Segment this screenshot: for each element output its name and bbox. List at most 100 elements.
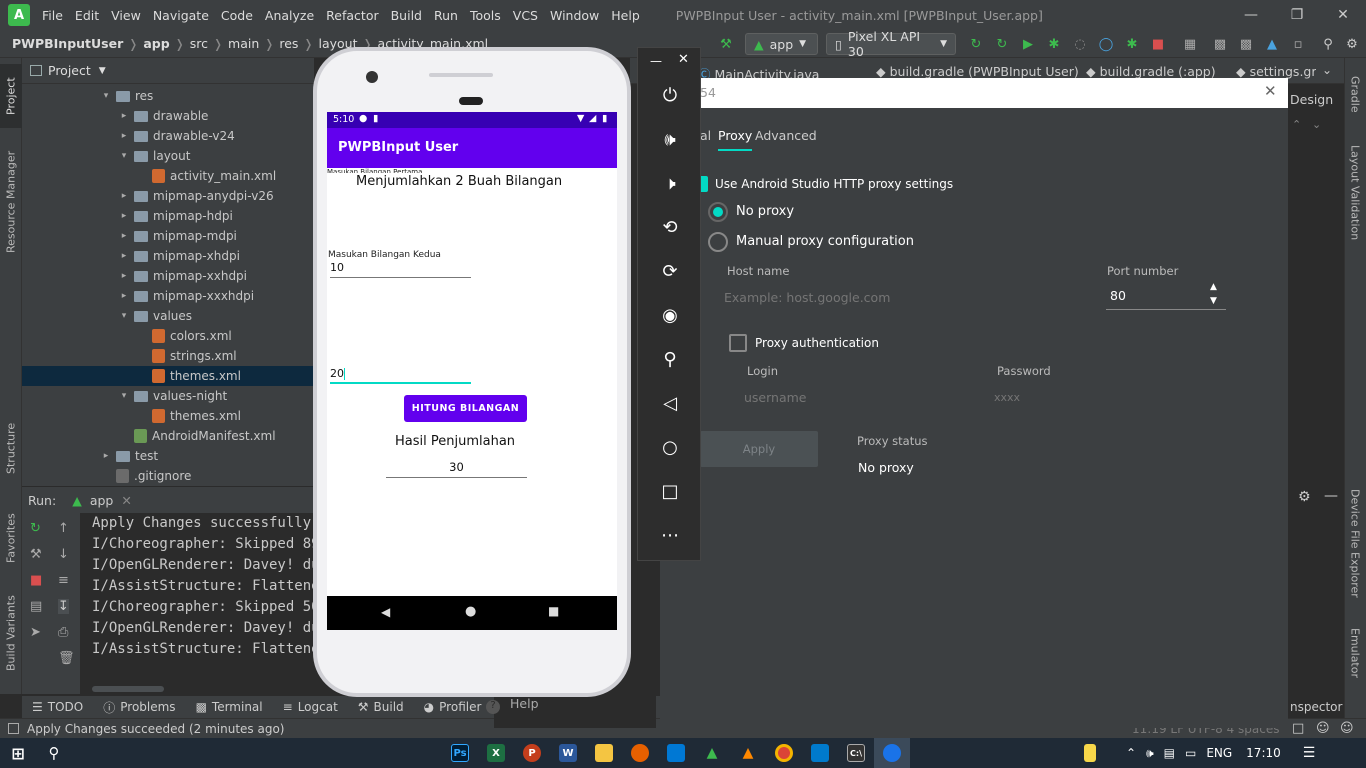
menu-edit[interactable]: Edit	[69, 8, 105, 23]
tree-item[interactable]: activity_main.xml	[22, 166, 314, 186]
tab-gradle[interactable]: Gradle	[1344, 66, 1366, 122]
tab-terminal[interactable]: ▩ Terminal	[186, 700, 273, 714]
tree-item[interactable]: .gitignore	[22, 466, 314, 486]
tree-item[interactable]: ▸ mipmap-xxhdpi	[22, 266, 314, 286]
port-number-stepper[interactable]: 80 ▲ ▼	[1106, 282, 1226, 310]
project-structure-icon[interactable]: ▦	[1180, 34, 1200, 54]
rerun-icon[interactable]: ↻	[30, 521, 41, 536]
tray-chevron-icon[interactable]: ⌃	[1126, 746, 1136, 760]
tree-item[interactable]: ▾ values-night	[22, 386, 314, 406]
tree-item[interactable]: ▸ drawable	[22, 106, 314, 126]
menu-build[interactable]: Build	[385, 8, 428, 23]
tab-build-variants[interactable]: Build Variants	[0, 593, 22, 673]
layout-icon[interactable]: ▤	[30, 599, 42, 614]
rotate-left-icon[interactable]: ⟲	[638, 212, 702, 242]
power-icon[interactable]: ⏻	[638, 80, 702, 110]
windows-start-icon[interactable]: ⊞	[0, 738, 36, 768]
tab-advanced[interactable]: Advanced	[755, 128, 817, 143]
tab-layout-validation[interactable]: Layout Validation	[1344, 138, 1366, 248]
tree-item[interactable]: ▸ mipmap-xhdpi	[22, 246, 314, 266]
recents-icon[interactable]: ■	[548, 604, 559, 618]
maximize-button[interactable]: ❐	[1274, 0, 1320, 30]
word-icon[interactable]: W	[550, 738, 586, 768]
proxy-auth-checkbox[interactable]	[729, 334, 747, 352]
run-config-select[interactable]: ▲ app ▼	[745, 33, 818, 55]
chevron-right-icon[interactable]: ▸	[118, 131, 130, 141]
breadcrumb-main[interactable]: main	[226, 36, 261, 51]
tree-item[interactable]: themes.xml	[22, 366, 314, 386]
menu-analyze[interactable]: Analyze	[259, 8, 320, 23]
search-icon[interactable]: ⚲	[1318, 34, 1338, 54]
tree-item[interactable]: themes.xml	[22, 406, 314, 426]
home-icon[interactable]: ●	[465, 604, 476, 619]
tab-emulator[interactable]: Emulator	[1344, 618, 1366, 688]
apply-button[interactable]: Apply	[700, 431, 818, 467]
tree-item[interactable]: ▾ res	[22, 86, 314, 106]
editor-tab-settings-gradle[interactable]: ◆ settings.grad	[1236, 64, 1316, 79]
tree-item[interactable]: ▾ layout	[22, 146, 314, 166]
tab-build[interactable]: ⚒ Build	[348, 700, 414, 714]
vscode-icon[interactable]	[802, 738, 838, 768]
tree-item[interactable]: strings.xml	[22, 346, 314, 366]
chevron-right-icon[interactable]: ▸	[118, 231, 130, 241]
result-field[interactable]: 30	[386, 460, 527, 478]
close-icon[interactable]: ✕	[1264, 82, 1277, 100]
chevron-down-icon[interactable]: ▾	[118, 311, 130, 321]
first-number-input[interactable]: 10	[330, 260, 471, 278]
chevron-right-icon[interactable]: ▸	[118, 211, 130, 221]
menu-view[interactable]: View	[105, 8, 147, 23]
menu-window[interactable]: Window	[544, 8, 605, 23]
minimize-icon[interactable]: —	[650, 54, 662, 68]
menu-navigate[interactable]: Navigate	[147, 8, 215, 23]
apply-changes-icon[interactable]: ↻	[966, 34, 986, 54]
powerpoint-icon[interactable]: P	[514, 738, 550, 768]
login-input[interactable]	[744, 384, 944, 410]
no-proxy-radio[interactable]	[708, 202, 728, 222]
back-icon[interactable]: ◀	[381, 605, 390, 619]
pin-icon[interactable]: ➤	[30, 625, 41, 640]
tab-proxy[interactable]: Proxy	[718, 128, 753, 151]
volume-down-icon[interactable]: 🕨	[638, 168, 702, 198]
stop-icon[interactable]: ■	[1148, 34, 1168, 54]
tree-item[interactable]: colors.xml	[22, 326, 314, 346]
tab-problems[interactable]: ⓘ Problems	[93, 699, 185, 716]
photoshop-icon[interactable]: Ps	[442, 738, 478, 768]
tree-item[interactable]: ▸ mipmap-mdpi	[22, 226, 314, 246]
close-window-button[interactable]: ✕	[1320, 0, 1366, 30]
back-icon[interactable]: ◁	[638, 388, 702, 418]
file-explorer-icon[interactable]	[586, 738, 622, 768]
tab-profiler[interactable]: ◕ Profiler	[414, 700, 492, 714]
chevron-down-icon[interactable]: ⌄	[1312, 118, 1321, 131]
sdk-manager-icon[interactable]: ▩	[1236, 34, 1256, 54]
attach-debugger-icon[interactable]: ◯	[1096, 34, 1116, 54]
breadcrumb-res[interactable]: res	[277, 36, 300, 51]
notifications-icon[interactable]: ☰	[1303, 745, 1316, 761]
stop-icon[interactable]: ■	[30, 573, 42, 588]
layout-inspector-tab[interactable]: nspector	[1290, 700, 1342, 714]
tab-resource-manager[interactable]: Resource Manager	[0, 142, 22, 262]
second-number-input[interactable]: 20	[330, 366, 471, 384]
settings-icon[interactable]: ⚙	[1342, 34, 1362, 54]
rotate-right-icon[interactable]: ⟳	[638, 256, 702, 286]
feedback-icon[interactable]: ☺	[1340, 721, 1354, 736]
vlc-icon[interactable]: ▲	[730, 738, 766, 768]
home-icon[interactable]: ○	[638, 432, 702, 462]
tree-item[interactable]: ▸ test	[22, 446, 314, 466]
tree-item[interactable]: ▸ mipmap-hdpi	[22, 206, 314, 226]
close-icon[interactable]: ✕	[121, 493, 131, 508]
tab-device-file-explorer[interactable]: Device File Explorer	[1344, 478, 1366, 608]
host-name-input[interactable]	[724, 284, 1024, 310]
sync-icon[interactable]: ▲	[1262, 34, 1282, 54]
battery-tray-icon[interactable]: ▭	[1185, 746, 1196, 760]
tree-item[interactable]: AndroidManifest.xml	[22, 426, 314, 446]
arrow-down-icon[interactable]: ↓	[58, 547, 69, 562]
debug-icon[interactable]: ✱	[1044, 34, 1064, 54]
speaker-icon[interactable]: 🕪	[1146, 746, 1154, 761]
manual-proxy-radio[interactable]	[708, 232, 728, 252]
menu-refactor[interactable]: Refactor	[320, 8, 384, 23]
gear-icon[interactable]: ⚙	[1298, 489, 1311, 505]
memory-icon[interactable]: □	[1292, 721, 1304, 736]
password-input[interactable]	[994, 384, 1194, 410]
android-studio-taskbar-icon[interactable]: ▲	[694, 738, 730, 768]
menu-tools[interactable]: Tools	[464, 8, 507, 23]
